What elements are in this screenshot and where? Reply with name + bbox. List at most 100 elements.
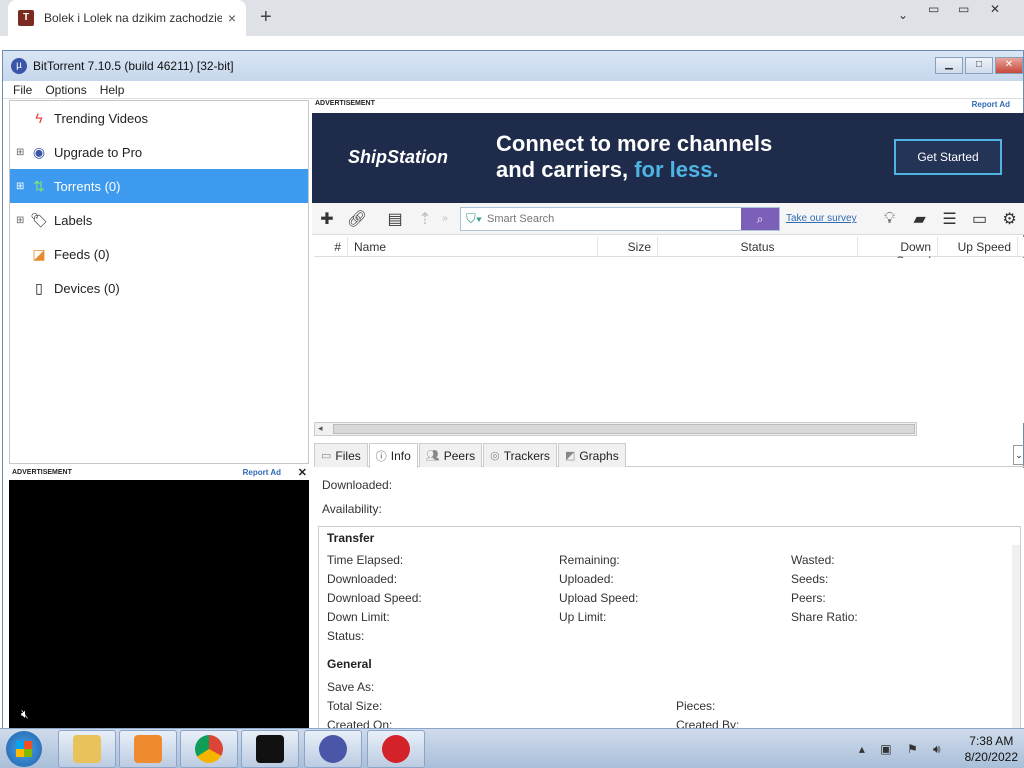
start-button[interactable] [6,731,42,767]
torrent-list[interactable] [314,258,1024,423]
scroll-left-icon[interactable]: ◂ [318,423,323,434]
browser-tab-title: Bolek i Lolek na dzikim zachodzie [44,11,222,25]
bittorrent-logo-icon: µ [11,58,27,74]
ad-headline: Connect to more channels and carriers, f… [496,131,772,183]
add-link-button[interactable]: 🔗︎ [342,209,372,229]
search-icon[interactable]: ⌕ [741,207,779,230]
get-started-button[interactable]: Get Started [894,139,1002,175]
clock[interactable]: 7:38 AM 8/20/2022 [965,733,1018,765]
new-tab-button[interactable]: + [260,6,272,29]
column-up-speed[interactable]: Up Speed [938,237,1018,256]
add-torrent-button[interactable]: ✚ [312,209,342,229]
taskbar-opera[interactable] [367,730,425,768]
menu-help[interactable]: Help [100,83,125,97]
tab-trackers[interactable]: ◎ Trackers [483,443,557,467]
availability-label: Availability: [322,502,382,516]
total-size-label: Total Size: [327,699,383,713]
left-ad-video[interactable]: 🔇︎ [9,480,309,730]
ad-brand: ShipStation [348,147,448,167]
minimize-button[interactable]: ▁ [935,57,963,74]
ad-label: ADVERTISEMENT [315,100,375,107]
pieces-label: Pieces: [676,699,716,713]
vertical-scrollbar[interactable] [1012,545,1020,737]
sidebar-item-upgrade-to-pro[interactable]: ⊞ ◉ Upgrade to Pro [10,135,308,169]
menu-options[interactable]: Options [45,83,86,97]
expand-icon[interactable]: ⊞ [16,215,26,226]
column-name[interactable]: Name [348,237,598,256]
tab-info[interactable]: ⓘ Info [368,443,418,468]
tab-search-icon[interactable]: ⌄ [898,8,908,26]
browser-minimize-button[interactable]: ▭ [928,2,939,20]
close-tab-icon[interactable]: × [228,10,236,26]
sidebar-item-label: Trending Videos [54,110,148,126]
column-status[interactable]: Status [658,237,858,256]
search-input[interactable] [487,212,741,225]
bittorrent-window: µ BitTorrent 7.10.5 (build 46211) [32-bi… [2,50,1024,737]
expand-icon[interactable]: ⊞ [16,147,26,158]
close-button[interactable]: ✕ [995,57,1023,74]
menu-file[interactable]: File [13,83,32,97]
report-ad-link[interactable]: Report Ad [243,468,281,477]
toolbar: ✚ 🔗︎ ▤ ⇡ » ⛉▾ ⌕ Take our survey 💡︎ ▰ ☰ ▭… [312,203,1024,235]
gear-icon[interactable]: ⚙ [995,209,1024,229]
system-tray: ▴ ▣ ⚑ 🔊︎ 7:38 AM 8/20/2022 [859,729,1018,768]
tray-icons[interactable]: ▴ ▣ ⚑ 🔊︎ [859,742,947,757]
close-ad-icon[interactable]: ✕ [298,466,307,479]
upload-button[interactable]: ⇡ [410,209,440,229]
transfer-section: Transfer Time Elapsed: Downloaded: Downl… [318,526,1021,737]
column-number[interactable]: # [314,237,348,256]
column-down-speed[interactable]: Down Speed [858,237,938,268]
seeds-label: Seeds: [791,572,829,586]
lightbulb-icon[interactable]: 💡︎ [875,210,905,228]
sidebar-item-label: Torrents (0) [54,178,121,194]
shield-icon[interactable]: ⛉▾ [461,211,487,227]
horizontal-scrollbar[interactable]: ◂ [314,422,917,436]
list-view-icon[interactable]: ☰ [935,209,965,229]
taskbar-media-player[interactable] [119,730,177,768]
ad-label: ADVERTISEMENT [12,469,72,476]
detail-tabs: ▭ Files ⓘ Info 👥︎ Peers ◎ Trackers ◩ Graphs ⌄ [314,443,1024,468]
expand-icon[interactable]: ⊞ [16,181,26,192]
share-ratio-label: Share Ratio: [791,610,858,624]
report-ad-link[interactable]: Report Ad [972,100,1010,109]
toolbar-overflow-icon[interactable]: » [440,213,450,224]
scrollbar-thumb[interactable] [333,424,915,434]
tab-files[interactable]: ▭ Files [314,443,368,467]
browser-close-button[interactable]: ✕ [990,2,1000,20]
survey-link[interactable]: Take our survey [786,213,857,224]
chevron-down-icon[interactable]: ⌄ [1013,445,1024,465]
sidebar-item-feeds[interactable]: ◪ Feeds (0) [10,237,308,271]
taskbar: ▴ ▣ ⚑ 🔊︎ 7:38 AM 8/20/2022 [0,728,1024,768]
monitor-icon[interactable]: ▭ [965,209,995,229]
trackers-icon: ◎ [490,450,500,462]
column-size[interactable]: Size [598,237,658,256]
sidebar-item-devices[interactable]: ▯ Devices (0) [10,271,308,305]
mute-icon[interactable]: 🔇︎ [21,707,29,722]
terminal-icon [256,735,284,763]
left-ad-header: ADVERTISEMENT Report Ad ✕ [9,465,309,480]
tab-label: Info [390,449,411,463]
lightning-icon: ϟ [35,110,43,126]
sidebar-item-trending-videos[interactable]: ϟ Trending Videos [10,101,308,135]
clock-time: 7:38 AM [969,734,1014,748]
create-torrent-button[interactable]: ▤ [380,209,410,229]
tab-graphs[interactable]: ◩ Graphs [557,443,626,467]
browser-restore-button[interactable]: ▭ [958,2,969,20]
torrents-icon: ⇅ [33,178,45,194]
taskbar-explorer[interactable] [58,730,116,768]
tab-label: Graphs [579,448,619,463]
taskbar-bittorrent[interactable] [304,730,362,768]
taskbar-cmd[interactable] [241,730,299,768]
tab-peers[interactable]: 👥︎ Peers [418,443,483,467]
sidebar-item-torrents[interactable]: ⊞ ⇅ Torrents (0) [10,169,308,203]
tag-icon: 🏷︎ [30,212,48,228]
taskbar-chrome[interactable] [180,730,238,768]
maximize-button[interactable]: □ [965,57,993,74]
windows-logo-icon [16,741,32,757]
chat-icon[interactable]: ▰ [905,209,935,229]
shipstation-ad-banner[interactable]: ShipStation Connect to more channels and… [312,113,1024,203]
browser-tab[interactable]: T Bolek i Lolek na dzikim zachodzie × [8,0,246,36]
sidebar-item-labels[interactable]: ⊞ 🏷︎ Labels [10,203,308,237]
tab-label: Files [335,448,361,463]
device-icon: ▯ [35,280,43,296]
